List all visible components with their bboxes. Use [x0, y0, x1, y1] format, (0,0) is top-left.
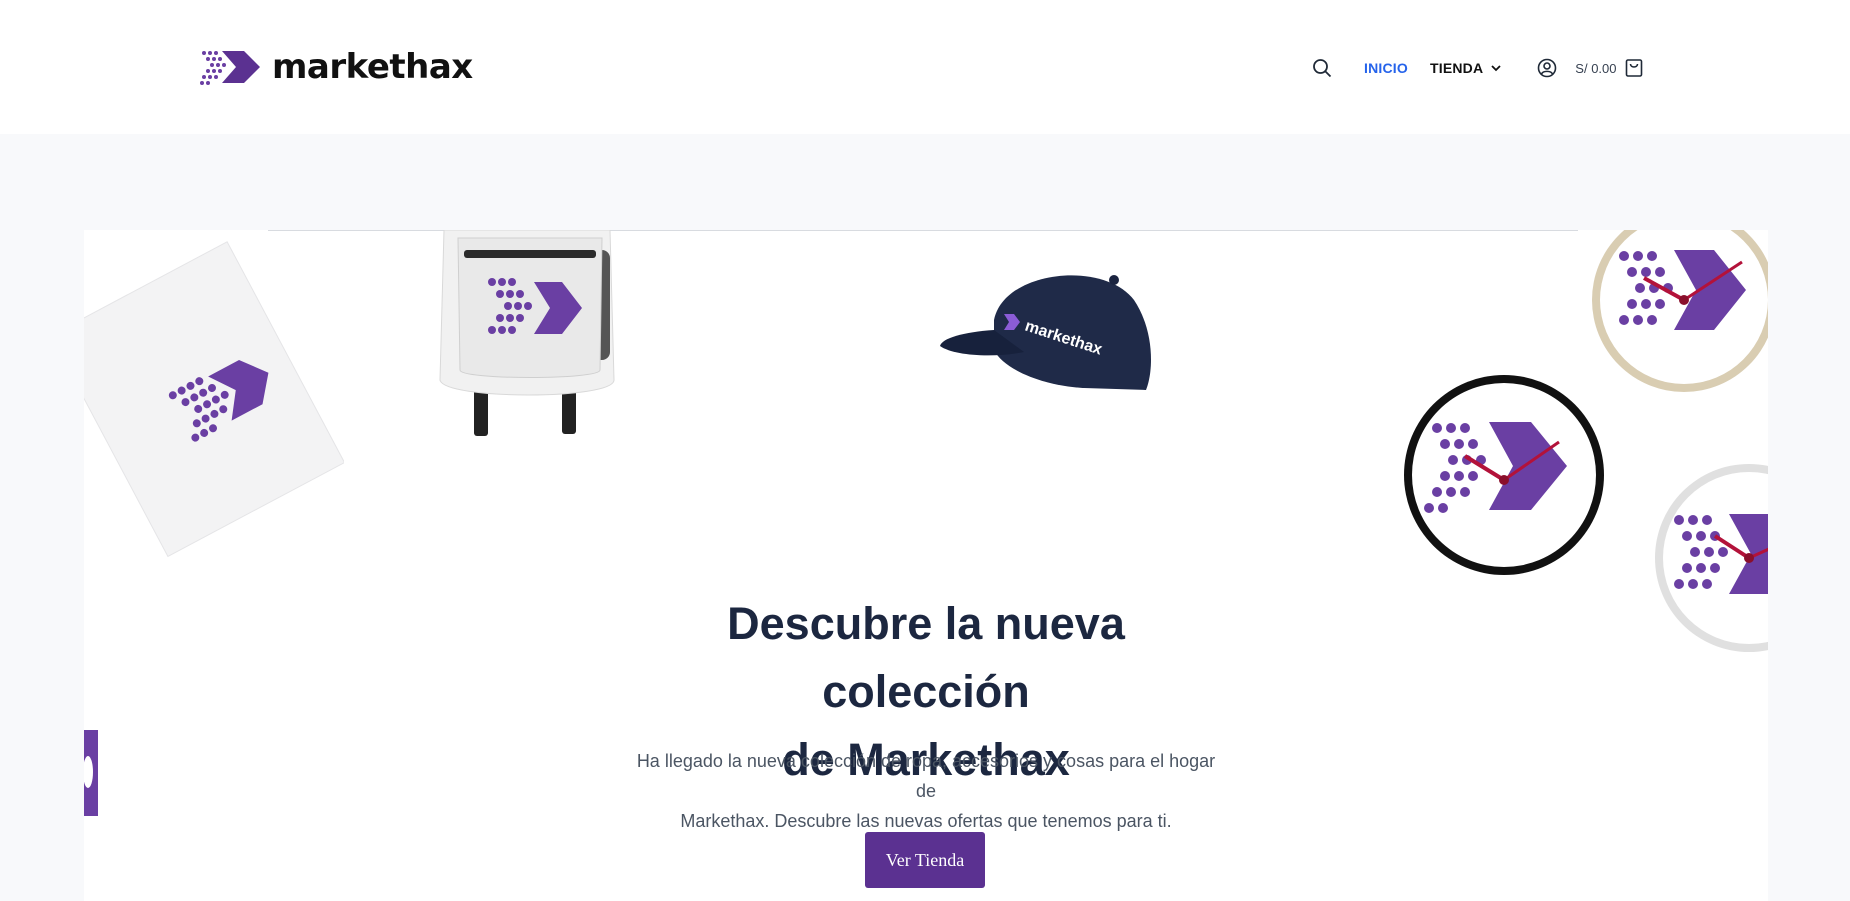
ver-tienda-button[interactable]: Ver Tienda: [865, 832, 985, 888]
hero-description-line2: Markethax. Descubre las nuevas ofertas q…: [680, 811, 1172, 831]
hero-description: Ha llegado la nueva colección de ropa, a…: [626, 746, 1226, 836]
main-nav: INICIO TIENDA S/ 0.00: [1310, 52, 1643, 84]
cart-total: S/ 0.00: [1575, 60, 1617, 76]
nav-link-inicio[interactable]: INICIO: [1364, 60, 1408, 76]
hero-title-line1: Descubre la nueva colección: [727, 598, 1125, 717]
site-logo[interactable]: markethax: [200, 44, 473, 90]
hero-description-line1: Ha llegado la nueva colección de ropa, a…: [636, 751, 1216, 801]
shopping-bag-icon: [1625, 59, 1642, 77]
cart-button[interactable]: S/ 0.00: [1575, 58, 1642, 78]
search-icon[interactable]: [1310, 56, 1334, 80]
hero-banner: markethax Descubre la nueva colección de…: [84, 230, 1768, 901]
markethax-logo-icon: [200, 51, 260, 85]
site-header: markethax INICIO TIENDA S/ 0.00: [0, 0, 1850, 134]
chevron-down-icon: [1491, 65, 1501, 72]
logo-text: markethax: [272, 47, 473, 87]
nav-link-tienda[interactable]: TIENDA: [1430, 60, 1501, 76]
hero-content: Descubre la nueva colección de Markethax…: [84, 230, 1768, 901]
user-circle-icon[interactable]: [1535, 56, 1559, 80]
nav-link-tienda-label: TIENDA: [1429, 60, 1484, 76]
